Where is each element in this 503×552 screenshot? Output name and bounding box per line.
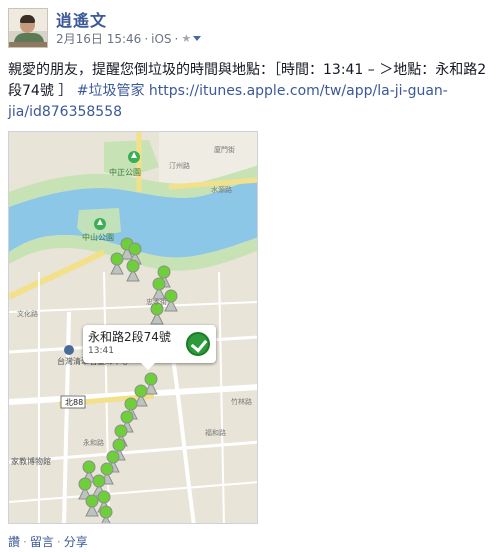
map-label: 廈門街 bbox=[214, 145, 235, 154]
map-label: 中山公園 bbox=[82, 232, 114, 242]
share-button[interactable]: 分享 bbox=[64, 535, 88, 549]
map-label: 水源路 bbox=[211, 185, 232, 194]
meta-separator: · bbox=[144, 31, 149, 46]
like-button[interactable]: 讚 bbox=[8, 535, 20, 549]
callout-time: 13:41 bbox=[88, 346, 114, 356]
action-separator: · bbox=[23, 535, 27, 549]
comment-button[interactable]: 留言 bbox=[30, 535, 54, 549]
callout-title: 永和路2段74號 bbox=[88, 330, 171, 344]
post-message: 親愛的朋友，提醒您倒垃圾的時間與地點：［時間：13:41 – ＞地點：永和路2段… bbox=[8, 60, 495, 123]
checkmark-icon[interactable] bbox=[186, 332, 210, 356]
itunes-link[interactable]: https://itunes.apple.com/tw/app/la-ji-gu… bbox=[8, 83, 448, 120]
hashtag-link[interactable]: #垃圾管家 bbox=[77, 83, 145, 99]
map-label: 永和路 bbox=[83, 438, 104, 447]
map-label: 汀州路 bbox=[169, 161, 190, 170]
map-label: 中正公園 bbox=[109, 167, 141, 177]
author-name[interactable]: 逍遙文 bbox=[56, 7, 107, 31]
map-label: 家教博物館 bbox=[11, 456, 51, 466]
star-icon: ★ bbox=[181, 32, 192, 45]
map-label: 竹林路 bbox=[231, 397, 252, 406]
post-source: iOS bbox=[151, 31, 172, 46]
map-label: 文化路 bbox=[17, 309, 38, 318]
facebook-post: 逍遙文 2月16日 15:46 · iOS · ★ 親愛的朋友，提醒您倒垃圾的時… bbox=[0, 0, 503, 552]
map-label: 北88 bbox=[65, 398, 83, 407]
post-meta: 2月16日 15:46 · iOS · ★ bbox=[56, 30, 202, 47]
avatar[interactable] bbox=[8, 8, 48, 48]
meta-separator: · bbox=[174, 31, 179, 46]
action-separator: · bbox=[56, 535, 61, 549]
audience-selector[interactable]: ★ bbox=[181, 32, 202, 45]
map-callout[interactable]: 永和路2段74號 13:41 bbox=[83, 325, 216, 370]
post-actions: 讚 · 留言 · 分享 bbox=[8, 533, 88, 550]
map-label: 福和路 bbox=[205, 428, 226, 437]
chevron-down-icon bbox=[193, 36, 202, 41]
map-label: 忠孝街 bbox=[146, 297, 167, 306]
post-timestamp[interactable]: 2月16日 15:46 bbox=[56, 30, 141, 47]
map-attachment[interactable]: 中正公園 中山公園 台灣清華石墨烯中心 家教博物館 北88 永和路 文化路 忠孝… bbox=[8, 131, 258, 524]
